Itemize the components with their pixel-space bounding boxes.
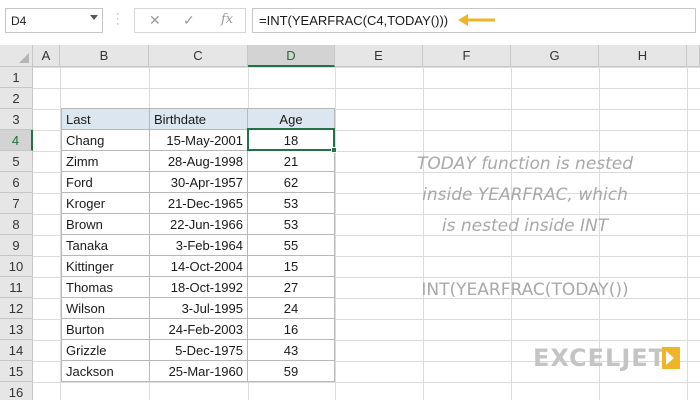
column-header-c[interactable]: C — [149, 45, 248, 67]
cell-birthdate[interactable]: 14-Oct-2004 — [149, 255, 248, 277]
chevron-down-icon[interactable] — [90, 15, 98, 20]
close-icon[interactable]: ✕ — [149, 12, 161, 29]
header-cell-birthdate[interactable]: Birthdate — [149, 108, 248, 130]
cell-age[interactable]: 53 — [247, 213, 335, 235]
cell-last[interactable]: Zimm — [61, 150, 150, 172]
table-row: Grizzle 5-Dec-1975 43 — [61, 339, 335, 361]
row-header-8[interactable]: 8 — [0, 214, 33, 235]
arrow-left-icon — [458, 14, 495, 26]
cell-birthdate[interactable]: 15-May-2001 — [149, 129, 248, 151]
cell-birthdate[interactable]: 21-Dec-1965 — [149, 192, 248, 214]
column-header-h[interactable]: H — [599, 45, 687, 67]
cell-birthdate[interactable]: 3-Jul-1995 — [149, 297, 248, 319]
row-header-10[interactable]: 10 — [0, 256, 33, 277]
cell-age[interactable]: 43 — [247, 339, 335, 361]
name-box[interactable]: D4 — [5, 8, 103, 33]
row-header-11[interactable]: 11 — [0, 277, 33, 298]
select-all-button[interactable] — [0, 45, 33, 67]
exceljet-logo: EXCELJET — [533, 344, 667, 372]
row-header-7[interactable]: 7 — [0, 193, 33, 214]
cell-last[interactable]: Grizzle — [61, 339, 150, 361]
header-cell-age[interactable]: Age — [247, 108, 335, 130]
logo-mark-icon — [662, 347, 680, 369]
row-header-4[interactable]: 4 — [0, 130, 33, 151]
column-header-g[interactable]: G — [511, 45, 599, 67]
cell-last[interactable]: Burton — [61, 318, 150, 340]
cell-birthdate[interactable]: 22-Jun-1966 — [149, 213, 248, 235]
row-header-15[interactable]: 15 — [0, 361, 33, 382]
cell-age[interactable]: 53 — [247, 192, 335, 214]
cell-birthdate[interactable]: 24-Feb-2003 — [149, 318, 248, 340]
cell-last[interactable]: Jackson — [61, 360, 150, 382]
table-row: Thomas 18-Oct-1992 27 — [61, 276, 335, 298]
cell-age[interactable]: 16 — [247, 318, 335, 340]
cell-age[interactable]: 21 — [247, 150, 335, 172]
column-header-d[interactable]: D — [248, 45, 335, 67]
name-box-value: D4 — [11, 14, 27, 28]
cell-birthdate[interactable]: 30-Apr-1957 — [149, 171, 248, 193]
row-header-6[interactable]: 6 — [0, 172, 33, 193]
column-header-b[interactable]: B — [60, 45, 149, 67]
column-header-i[interactable] — [687, 45, 700, 67]
cell-last[interactable]: Chang — [61, 129, 150, 151]
table-row: Ford 30-Apr-1957 62 — [61, 171, 335, 193]
row-header-14[interactable]: 14 — [0, 340, 33, 361]
cell-age[interactable]: 62 — [247, 171, 335, 193]
cell-birthdate[interactable]: 3-Feb-1964 — [149, 234, 248, 256]
note-line-1: TODAY function is nested — [416, 154, 634, 174]
header-cell-last[interactable]: Last — [61, 108, 150, 130]
table-row: Zimm 28-Aug-1998 21 — [61, 150, 335, 172]
cell-birthdate[interactable]: 28-Aug-1998 — [149, 150, 248, 172]
note-line-3: is nested inside INT — [441, 216, 609, 236]
cell-birthdate[interactable]: 5-Dec-1975 — [149, 339, 248, 361]
cell-birthdate[interactable]: 25-Mar-1960 — [149, 360, 248, 382]
table-row: Brown 22-Jun-1966 53 — [61, 213, 335, 235]
formula-bar-area: D4 · · · ✕ ✓ fx =INT(YEARFRAC(C4,TODAY())) — [0, 0, 700, 45]
cell-age[interactable]: 18 — [247, 129, 335, 151]
column-header-f[interactable]: F — [423, 45, 511, 67]
cell-age[interactable]: 55 — [247, 234, 335, 256]
table-row: Chang 15-May-2001 18 — [61, 129, 335, 151]
table-row: Jackson 25-Mar-1960 59 — [61, 360, 335, 382]
table-row: Burton 24-Feb-2003 16 — [61, 318, 335, 340]
cell-age[interactable]: 27 — [247, 276, 335, 298]
table-row: Kittinger 14-Oct-2004 15 — [61, 255, 335, 277]
cell-birthdate[interactable]: 18-Oct-1992 — [149, 276, 248, 298]
cell-last[interactable]: Thomas — [61, 276, 150, 298]
cell-age[interactable]: 24 — [247, 297, 335, 319]
row-header-12[interactable]: 12 — [0, 298, 33, 319]
row-header-16[interactable]: 16 — [0, 382, 33, 400]
drag-handle-icon[interactable]: · · · — [116, 9, 120, 30]
formula-buttons: ✕ ✓ fx — [134, 8, 246, 33]
row-header-2[interactable]: 2 — [0, 88, 33, 109]
formula-text: =INT(YEARFRAC(C4,TODAY())) — [259, 13, 449, 28]
cell-last[interactable]: Brown — [61, 213, 150, 235]
age-table: Last Birthdate Age Chang 15-May-2001 18 … — [61, 108, 335, 382]
row-header-5[interactable]: 5 — [0, 151, 33, 172]
cell-age[interactable]: 59 — [247, 360, 335, 382]
cell-last[interactable]: Kittinger — [61, 255, 150, 277]
table-row: Wilson 3-Jul-1995 24 — [61, 297, 335, 319]
cell-last[interactable]: Tanaka — [61, 234, 150, 256]
check-icon[interactable]: ✓ — [183, 12, 195, 29]
row-header-1[interactable]: 1 — [0, 67, 33, 88]
note-line-2: inside YEARFRAC, which — [422, 185, 628, 205]
row-header-13[interactable]: 13 — [0, 319, 33, 340]
cell-age[interactable]: 15 — [247, 255, 335, 277]
cell-last[interactable]: Kroger — [61, 192, 150, 214]
note-formula: INT(YEARFRAC(TODAY()) — [421, 280, 629, 300]
column-header-e[interactable]: E — [335, 45, 423, 67]
table-row: Tanaka 3-Feb-1964 55 — [61, 234, 335, 256]
row-header-9[interactable]: 9 — [0, 235, 33, 256]
column-header-a[interactable]: A — [33, 45, 60, 67]
insert-function-button[interactable]: fx — [221, 12, 233, 27]
row-header-3[interactable]: 3 — [0, 109, 33, 130]
cell-last[interactable]: Ford — [61, 171, 150, 193]
cell-last[interactable]: Wilson — [61, 297, 150, 319]
table-header-row: Last Birthdate Age — [61, 108, 335, 130]
table-row: Kroger 21-Dec-1965 53 — [61, 192, 335, 214]
